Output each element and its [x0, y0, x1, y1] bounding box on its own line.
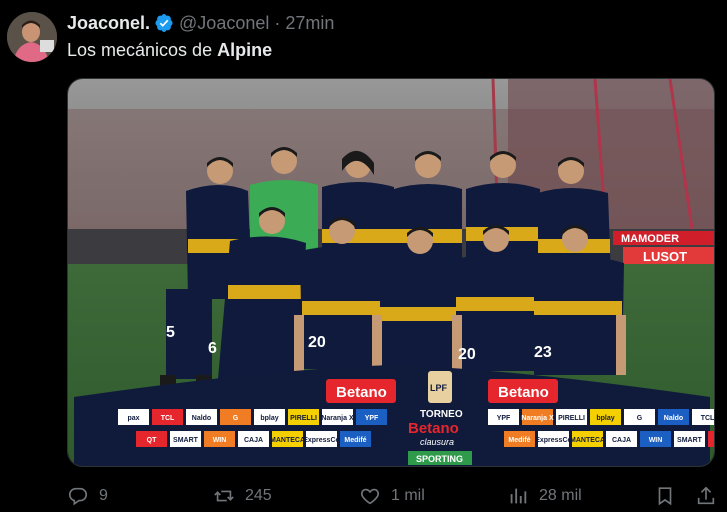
- author-handle[interactable]: @Joaconel: [179, 13, 269, 34]
- share-button[interactable]: [695, 484, 727, 508]
- ad-tile-label: G: [233, 415, 239, 422]
- ad-tile-label: G: [637, 415, 643, 422]
- ad-tile-label: TCL: [701, 415, 715, 422]
- ad-tile-label: WIN: [213, 437, 227, 444]
- footer-sponsor: SPORTING: [416, 454, 463, 464]
- separator-dot: ·: [274, 12, 281, 33]
- like-button[interactable]: 1 mil: [359, 484, 425, 508]
- ad-tile-label: Naranja X: [321, 415, 354, 422]
- jersey-number: 5: [166, 324, 175, 341]
- repost-icon: [213, 485, 245, 507]
- ad-tile-label: CAJA: [244, 437, 263, 444]
- ad-tile-label: Naranja X: [521, 415, 554, 422]
- sponsor-left: Betano: [336, 384, 387, 401]
- analytics-icon: [507, 485, 539, 507]
- jersey-number: 20: [308, 334, 326, 351]
- jersey-number: 6: [208, 340, 217, 357]
- stadium-sign-text-2: LUSOT: [643, 249, 687, 264]
- bookmark-button[interactable]: [654, 484, 686, 508]
- verified-badge-icon[interactable]: [154, 13, 174, 33]
- ad-tile-label: MANTECA: [270, 437, 305, 444]
- ad-tile-label: YPF: [497, 415, 511, 422]
- ad-tile-label: bplay: [260, 415, 278, 422]
- views-button[interactable]: 28 mil: [507, 484, 582, 508]
- reply-icon: [67, 485, 99, 507]
- ad-tile-label: CAJA: [612, 437, 631, 444]
- reply-count: 9: [99, 487, 108, 504]
- repost-button[interactable]: 245: [213, 484, 272, 508]
- ad-tile-label: MANTECA: [570, 437, 605, 444]
- avatar-image: [7, 12, 57, 62]
- tournament-line2: Betano: [408, 420, 459, 437]
- ad-tile-label: PIRELLI: [290, 415, 317, 422]
- tweet-text: Los mecánicos de Alpine: [67, 40, 272, 61]
- ad-tile-label: QT: [147, 437, 157, 444]
- repost-count: 245: [245, 487, 272, 504]
- ad-tile: [708, 431, 714, 447]
- tweet-header: Joaconel. @Joaconel · 27min: [67, 12, 334, 34]
- sponsor-right: Betano: [498, 384, 549, 401]
- ad-tile-label: bplay: [596, 415, 614, 422]
- ad-tile-label: TCL: [161, 415, 175, 422]
- tweet-text-prefix: Los mecánicos de: [67, 40, 218, 60]
- ad-tile-label: WIN: [649, 437, 663, 444]
- ad-tile-label: ExpressCo: [535, 437, 572, 444]
- ad-tile-label: Medifé: [508, 437, 530, 444]
- stadium-sign-text: MAMODER: [621, 233, 679, 245]
- reply-button[interactable]: 9: [67, 484, 108, 508]
- league-logo: LPF: [430, 383, 448, 393]
- ad-tile-label: SMART: [677, 437, 703, 444]
- players-front-row: 6 20 20 23: [208, 207, 626, 379]
- bookmark-icon: [654, 485, 686, 507]
- avatar[interactable]: [7, 12, 57, 62]
- team-photo: MAMODER LUSOT 5 6 20 20 23 Betano Betano…: [68, 79, 715, 466]
- like-count: 1 mil: [391, 487, 425, 504]
- tournament-line3: clausura: [420, 437, 454, 447]
- tournament-line1: TORNEO: [420, 409, 463, 420]
- tweet-text-bold: Alpine: [217, 40, 273, 60]
- ad-tile-label: pax: [127, 415, 139, 422]
- share-icon: [695, 485, 727, 507]
- ad-tile-label: SMART: [173, 437, 199, 444]
- ad-tile-label: Naldo: [192, 415, 211, 422]
- ad-tile-label: Naldo: [664, 415, 683, 422]
- heart-icon: [359, 485, 391, 507]
- author-display-name[interactable]: Joaconel.: [67, 13, 150, 34]
- jersey-number: 20: [458, 346, 476, 363]
- ad-tile-label: YPF: [365, 415, 379, 422]
- view-count: 28 mil: [539, 487, 582, 504]
- ad-tile-label: ExpressCo: [303, 437, 340, 444]
- tweet-timestamp[interactable]: 27min: [285, 13, 334, 34]
- jersey-number: 23: [534, 344, 552, 361]
- ad-tile-label: Medifé: [344, 437, 366, 444]
- tweet-media-photo[interactable]: MAMODER LUSOT 5 6 20 20 23 Betano Betano…: [67, 78, 715, 467]
- tweet-action-bar: 9 245 1 mil 28 mil: [67, 484, 715, 508]
- ad-tile-label: PIRELLI: [558, 415, 585, 422]
